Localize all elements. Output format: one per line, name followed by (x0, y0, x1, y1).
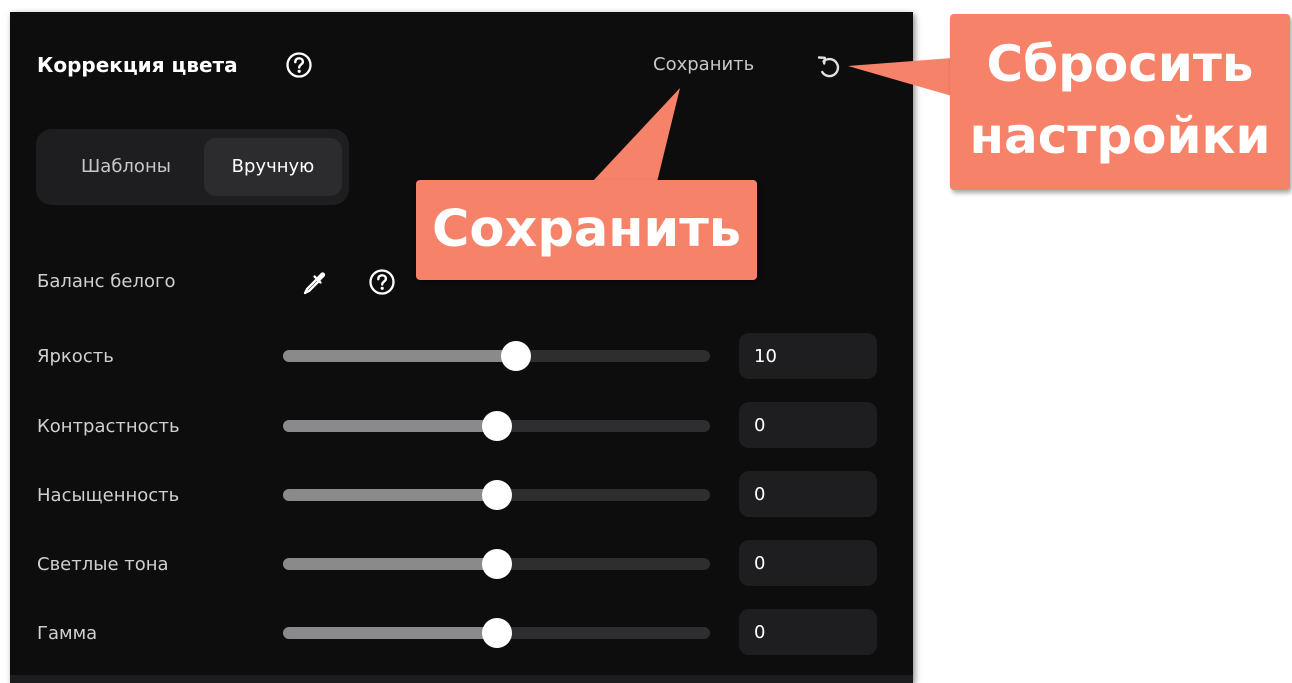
slider-thumb[interactable] (481, 618, 512, 648)
saturation-value-input[interactable] (739, 471, 877, 517)
gamma-slider[interactable] (283, 618, 710, 648)
mode-segmented-control: Шаблоны Вручную (36, 129, 349, 205)
slider-fill (283, 350, 516, 362)
save-callout: Сохранить (416, 180, 757, 280)
tab-manual[interactable]: Вручную (204, 138, 342, 196)
panel-title: Коррекция цвета (37, 53, 238, 77)
gamma-value-input[interactable] (739, 609, 877, 655)
contrast-value-input[interactable] (739, 402, 877, 448)
white-balance-label: Баланс белого (37, 271, 176, 292)
help-circle-icon[interactable] (368, 268, 396, 296)
color-correction-panel: Коррекция цвета Сохранить Шаблоны Вручну… (10, 12, 913, 683)
slider-thumb[interactable] (500, 341, 531, 371)
slider-fill (283, 420, 497, 432)
tab-templates[interactable]: Шаблоны (48, 138, 204, 196)
slider-fill (283, 558, 497, 570)
reset-callout-line1: Сбросить (986, 35, 1254, 93)
slider-thumb[interactable] (481, 549, 512, 579)
reset-icon[interactable] (814, 52, 844, 82)
brightness-value-input[interactable] (739, 333, 877, 379)
panel-bottom-bar (10, 675, 913, 683)
slider-label-saturation: Насыщенность (37, 485, 180, 506)
contrast-slider[interactable] (283, 411, 710, 441)
reset-callout-line2: настройки (969, 107, 1271, 165)
slider-label-highlights: Светлые тона (37, 554, 169, 575)
highlights-value-input[interactable] (739, 540, 877, 586)
brightness-slider[interactable] (283, 341, 710, 371)
save-button[interactable]: Сохранить (653, 54, 754, 76)
reset-callout: Сбросить настройки (950, 14, 1290, 190)
slider-label-contrast: Контрастность (37, 416, 180, 437)
slider-fill (283, 489, 497, 501)
eyedropper-icon[interactable] (298, 267, 330, 299)
slider-label-brightness: Яркость (37, 346, 114, 367)
slider-thumb[interactable] (481, 411, 512, 441)
slider-label-gamma: Гамма (37, 623, 98, 644)
saturation-slider[interactable] (283, 480, 710, 510)
help-circle-icon[interactable] (285, 51, 313, 79)
slider-fill (283, 627, 497, 639)
highlights-slider[interactable] (283, 549, 710, 579)
slider-thumb[interactable] (481, 480, 512, 510)
